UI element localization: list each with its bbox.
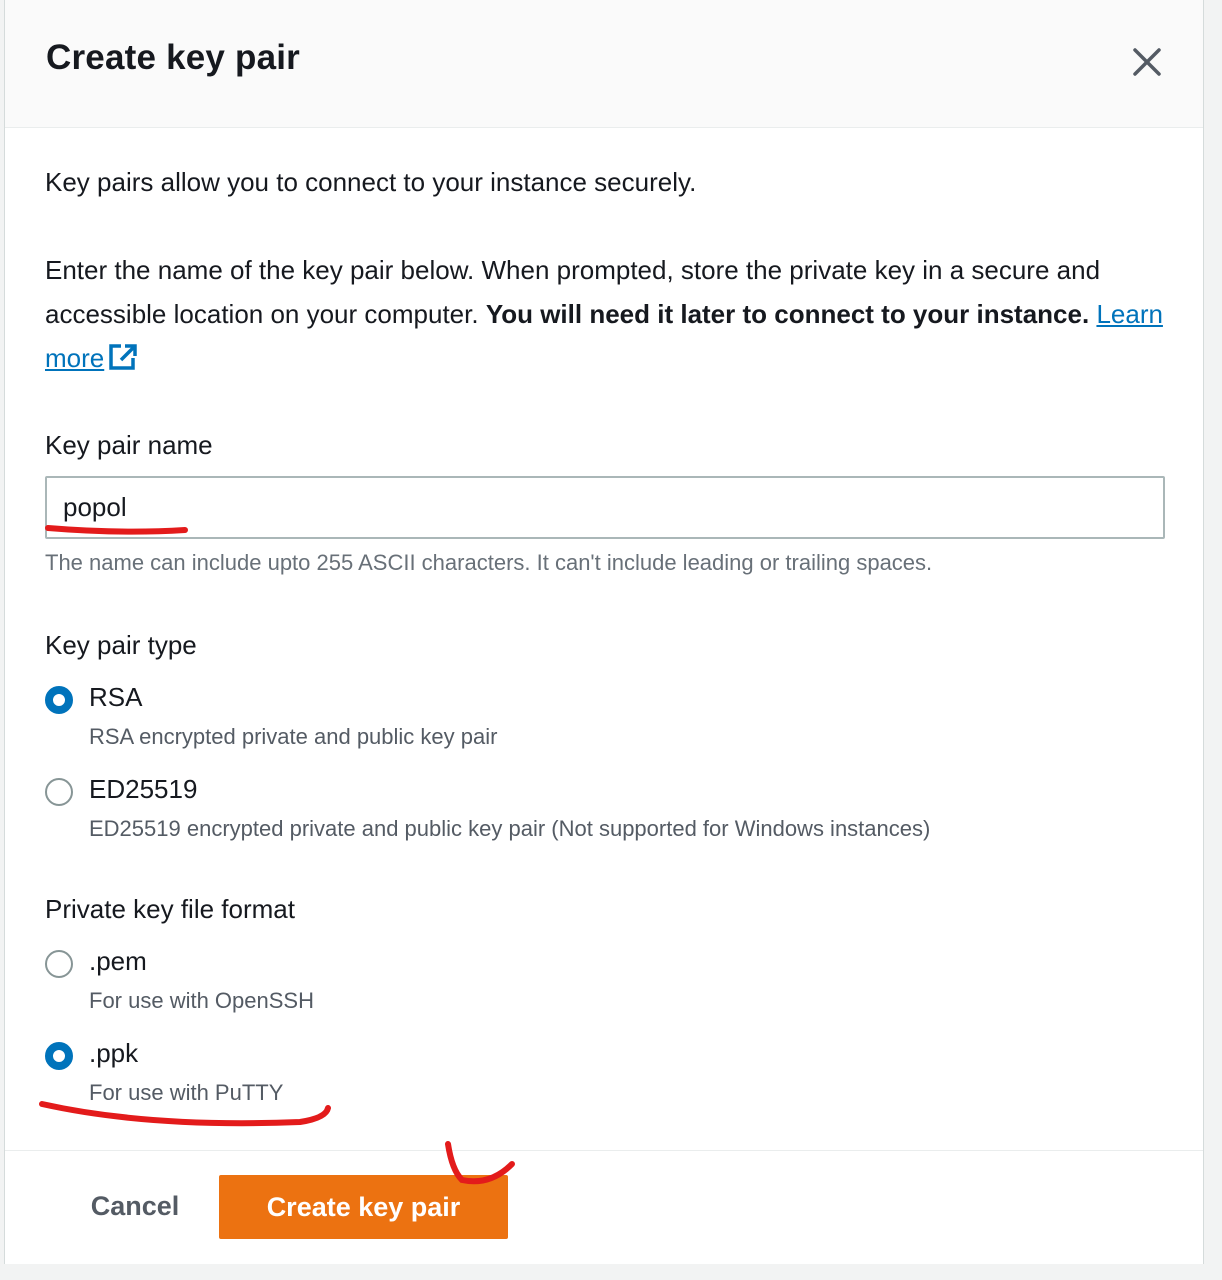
modal-footer: Cancel Create key pair [5, 1150, 1203, 1264]
key-pair-name-hint: The name can include upto 255 ASCII char… [45, 550, 933, 575]
radio-button[interactable] [45, 686, 73, 714]
radio-title: RSA [89, 682, 143, 712]
instructions-text: Enter the name of the key pair below. Wh… [45, 248, 1175, 384]
create-key-pair-button[interactable]: Create key pair [219, 1175, 508, 1239]
private-key-format-label: Private key file format [45, 894, 295, 924]
radio-description: For use with OpenSSH [89, 988, 314, 1013]
modal-title: Create key pair [46, 38, 300, 77]
radio-description: For use with PuTTY [89, 1080, 284, 1105]
modal-header: Create key pair [5, 0, 1203, 128]
key-pair-name-input[interactable] [45, 476, 1165, 539]
radio-title: ED25519 [89, 774, 198, 804]
radio-description: ED25519 encrypted private and public key… [89, 816, 931, 841]
radio-title: .ppk [89, 1038, 139, 1068]
create-key-pair-modal: Create key pair Key pairs allow you to c… [4, 0, 1204, 1264]
key-pair-type-label: Key pair type [45, 630, 197, 660]
close-button[interactable] [1127, 42, 1167, 82]
key-pair-name-label: Key pair name [45, 430, 213, 460]
radio-button[interactable] [45, 778, 73, 806]
cancel-button[interactable]: Cancel [65, 1175, 205, 1237]
instructions-bold: You will need it later to connect to you… [485, 299, 1090, 329]
radio-title: .pem [89, 946, 147, 976]
intro-text: Key pairs allow you to connect to your i… [45, 167, 697, 197]
radio-description: RSA encrypted private and public key pai… [89, 724, 498, 749]
radio-button[interactable] [45, 950, 73, 978]
radio-button[interactable] [45, 1042, 73, 1070]
close-icon [1133, 48, 1161, 76]
external-link-icon [108, 340, 138, 384]
